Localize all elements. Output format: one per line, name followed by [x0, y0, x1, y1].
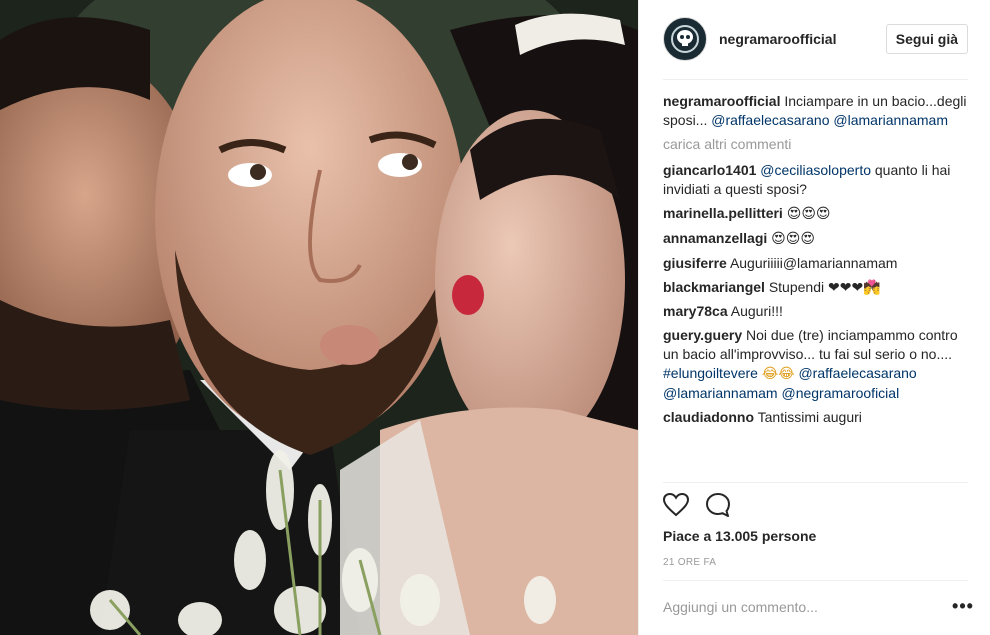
- list-item: mary78ca Auguri!!!: [663, 302, 974, 321]
- comment-username[interactable]: giancarlo1401: [663, 162, 756, 178]
- comment-username[interactable]: mary78ca: [663, 303, 728, 319]
- comment-text: Auguriiiii@lamariannamam: [729, 255, 898, 271]
- comment-text: Auguri!!!: [730, 303, 783, 319]
- load-more-comments-link[interactable]: carica altri commenti: [663, 135, 974, 154]
- comment-username[interactable]: claudiadonno: [663, 409, 754, 425]
- avatar[interactable]: [663, 17, 707, 61]
- comment-mention[interactable]: @ceciliasoloperto: [760, 162, 871, 178]
- list-item: claudiadonno Tantissimi auguri: [663, 408, 974, 427]
- comment-hashtag[interactable]: #elungoiltevere: [663, 365, 758, 381]
- list-item: blackmariangel Stupendi ❤❤❤💏: [663, 278, 974, 297]
- caption-mention[interactable]: @raffaelecasarano: [711, 112, 829, 128]
- add-comment-input[interactable]: [663, 597, 933, 617]
- comment-text: Tantissimi auguri: [757, 409, 862, 425]
- comment-mention[interactable]: @raffaelecasarano: [798, 365, 916, 381]
- comment-mention[interactable]: @lamariannamam: [663, 385, 778, 401]
- follow-button[interactable]: Segui già: [885, 24, 968, 54]
- comment-username[interactable]: guery.guery: [663, 327, 742, 343]
- comments-list: negramaroofficial Inciampare in un bacio…: [663, 92, 974, 432]
- comment-bubble-icon[interactable]: [703, 490, 733, 520]
- post-photo[interactable]: [0, 0, 638, 635]
- comment-text: 😍😍😍: [786, 206, 831, 222]
- more-options-icon[interactable]: •••: [951, 596, 975, 616]
- list-item: annamanzellagi 😍😍😍: [663, 229, 974, 249]
- caption: negramaroofficial Inciampare in un bacio…: [663, 92, 974, 130]
- comment-divider: [663, 580, 968, 581]
- list-item: marinella.pellitteri 😍😍😍: [663, 204, 974, 224]
- comment-mention[interactable]: @negramarooficial: [781, 385, 899, 401]
- skull-logo-icon: [671, 25, 699, 53]
- comment-text: 😍😍😍: [771, 231, 815, 247]
- post-username[interactable]: negramaroofficial: [719, 31, 886, 47]
- comment-username[interactable]: giusiferre: [663, 255, 727, 271]
- likes-count[interactable]: Piace a 13.005 persone: [663, 528, 816, 544]
- list-item: giusiferre Auguriiiii@lamariannamam: [663, 254, 974, 273]
- photo-illustration: [0, 0, 638, 635]
- header-divider: [663, 79, 968, 80]
- comment-username[interactable]: annamanzellagi: [663, 230, 767, 246]
- comment-emoji: 😂😂: [761, 366, 795, 382]
- caption-mention[interactable]: @lamariannamam: [833, 112, 948, 128]
- post-panel: negramaroofficial Segui già negramarooff…: [638, 0, 990, 635]
- comment-username[interactable]: blackmariangel: [663, 279, 765, 295]
- post-actions: [661, 490, 745, 520]
- post-timestamp[interactable]: 21 ORE FA: [663, 557, 716, 568]
- list-item: giancarlo1401 @ceciliasoloperto quanto l…: [663, 161, 974, 199]
- caption-username[interactable]: negramaroofficial: [663, 93, 780, 109]
- comment-username[interactable]: marinella.pellitteri: [663, 205, 783, 221]
- actions-divider: [663, 482, 968, 483]
- comment-text: Stupendi ❤❤❤💏: [768, 279, 881, 295]
- heart-icon[interactable]: [661, 490, 691, 520]
- post-header: negramaroofficial Segui già: [663, 16, 968, 62]
- list-item: guery.guery Noi due (tre) inciampammo co…: [663, 326, 974, 403]
